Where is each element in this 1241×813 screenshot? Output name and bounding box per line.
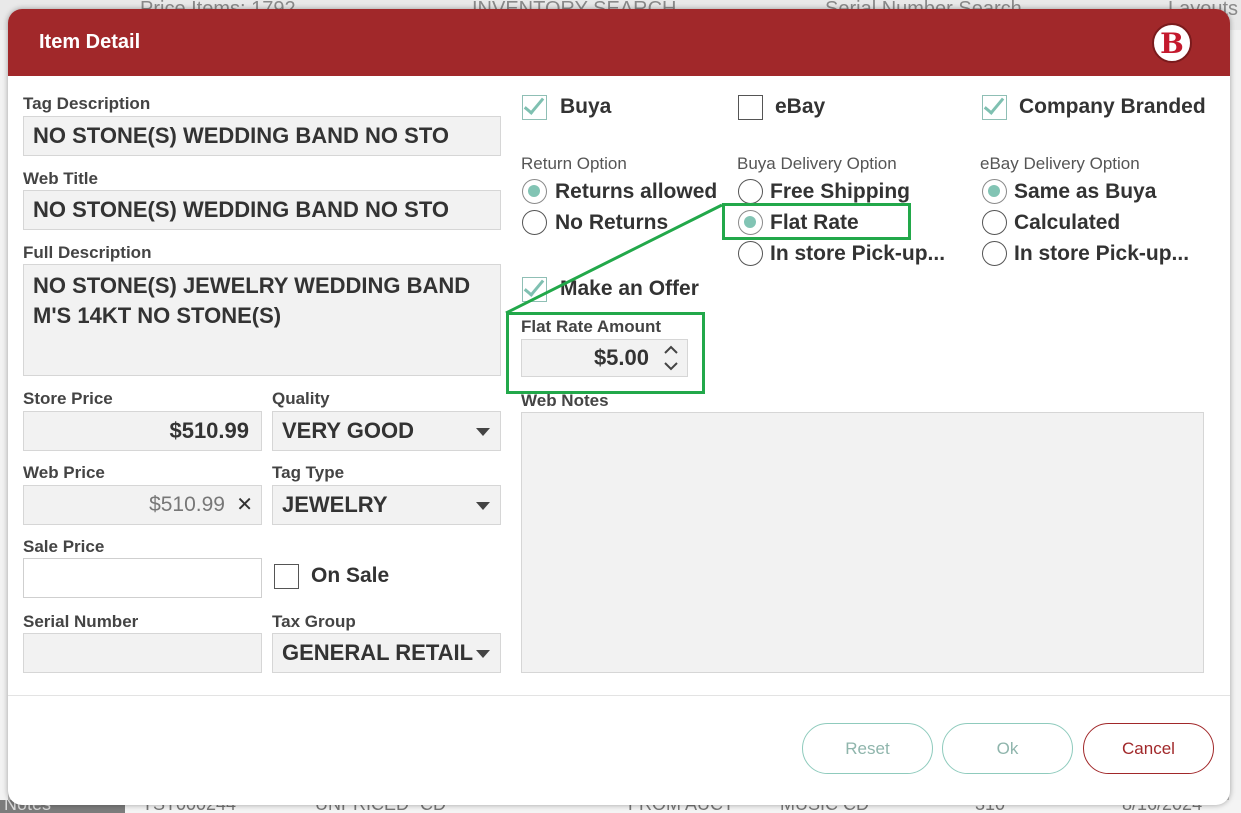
annotation-connector-line xyxy=(505,203,723,315)
